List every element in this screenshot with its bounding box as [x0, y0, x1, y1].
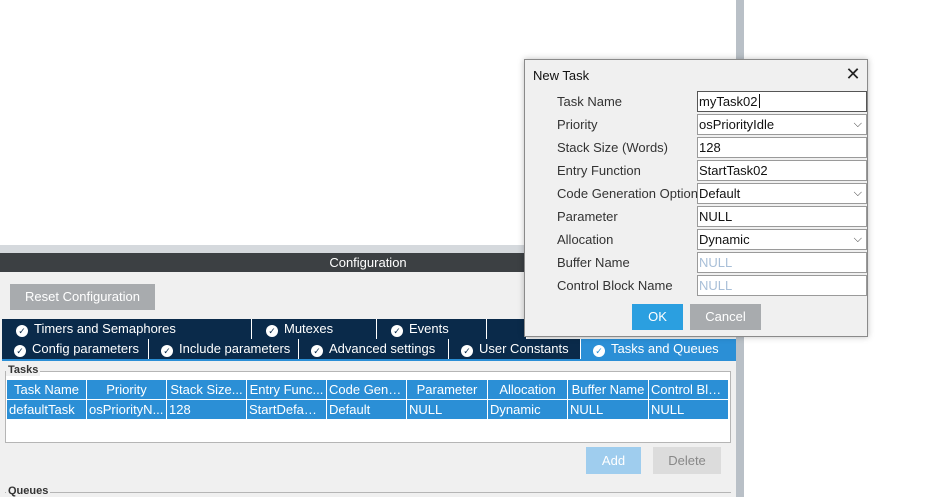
tab-label: Timers and Semaphores [34, 321, 176, 336]
tasks-table: Task Name Priority Stack Size... Entry F… [6, 379, 729, 420]
column-header[interactable]: Control Blo... [648, 379, 729, 400]
tab-label: Tasks and Queues [611, 341, 719, 356]
check-circle-icon: ✓ [16, 325, 28, 337]
tab-user-constants[interactable]: ✓ User Constants [449, 339, 581, 359]
tab-label: Mutexes [284, 321, 334, 336]
task-name-input[interactable]: myTask02 [697, 91, 867, 112]
allocation-select[interactable]: Dynamic ⌵ [697, 229, 867, 250]
priority-select[interactable]: osPriorityIdle ⌵ [697, 114, 867, 135]
entry-function-input[interactable]: StartTask02 [697, 160, 867, 181]
table-cell[interactable]: 128 [166, 399, 247, 420]
new-task-dialog: New Task ✕ Task Name myTask02 Priority o… [524, 59, 868, 337]
table-cell[interactable]: defaultTask [6, 399, 87, 420]
select-value: osPriorityIdle [699, 117, 775, 132]
text-caret [758, 94, 760, 108]
tab-include-parameters[interactable]: ✓ Include parameters [149, 339, 299, 359]
table-cell[interactable]: Default [326, 399, 407, 420]
chevron-down-icon: ⌵ [853, 118, 862, 130]
stack-size-input[interactable]: 128 [697, 137, 867, 158]
task-name-label: Task Name [557, 94, 623, 109]
close-icon[interactable]: ✕ [843, 64, 863, 84]
queues-groupbox [5, 492, 731, 493]
cancel-button[interactable]: Cancel [690, 304, 761, 330]
tab-mutexes[interactable]: ✓ Mutexes [252, 319, 377, 339]
reset-configuration-button[interactable]: Reset Configuration [10, 284, 155, 310]
column-header[interactable]: Task Name [6, 379, 87, 400]
check-circle-icon: ✓ [593, 345, 605, 357]
tab-tasks-and-queues[interactable]: ✓ Tasks and Queues [581, 339, 736, 359]
tab-config-parameters[interactable]: ✓ Config parameters [2, 339, 149, 359]
input-value: myTask02 [699, 94, 758, 109]
chevron-down-icon: ⌵ [853, 187, 862, 199]
dialog-title: New Task [533, 68, 590, 83]
table-cell[interactable]: osPriorityN... [86, 399, 167, 420]
tab-row-2: ✓ Config parameters ✓ Include parameters ✓… [2, 339, 736, 359]
control-block-name-input[interactable]: NULL [697, 275, 867, 296]
queues-legend: Queues [6, 485, 51, 497]
column-header[interactable]: Buffer Name [567, 379, 649, 400]
stack-size-label: Stack Size (Words) [557, 140, 669, 155]
priority-label: Priority [557, 117, 598, 132]
select-value: Dynamic [699, 232, 750, 247]
select-value: Default [699, 186, 741, 201]
column-header[interactable]: Entry Func... [246, 379, 327, 400]
column-header[interactable]: Allocation [487, 379, 568, 400]
table-cell[interactable]: NULL [648, 399, 729, 420]
code-generation-option-label: Code Generation Option [557, 186, 698, 201]
chevron-down-icon: ⌵ [853, 233, 862, 245]
tab-label: Config parameters [32, 341, 139, 356]
buffer-name-input[interactable]: NULL [697, 252, 867, 273]
check-circle-icon: ✓ [266, 325, 278, 337]
add-task-button[interactable]: Add [586, 447, 641, 474]
ok-button[interactable]: OK [632, 304, 683, 330]
buffer-name-label: Buffer Name [557, 255, 630, 270]
delete-task-button[interactable]: Delete [653, 447, 721, 474]
parameter-label: Parameter [557, 209, 618, 224]
tasks-legend: Tasks [6, 364, 41, 376]
table-cell[interactable]: Dynamic [487, 399, 568, 420]
tab-events[interactable]: ✓ Events [377, 319, 487, 339]
tab-label: Include parameters [179, 341, 291, 356]
table-cell[interactable]: NULL [567, 399, 649, 420]
allocation-label: Allocation [557, 232, 614, 247]
control-block-name-label: Control Block Name [557, 278, 673, 293]
tab-hidden-behind-dialog[interactable] [487, 319, 527, 339]
column-header[interactable]: Stack Size... [166, 379, 247, 400]
tab-label: Events [409, 321, 449, 336]
table-row[interactable]: defaultTask osPriorityN... 128 StartDefa… [6, 399, 729, 420]
check-circle-icon: ✓ [391, 325, 403, 337]
table-cell[interactable]: NULL [406, 399, 488, 420]
check-circle-icon: ✓ [14, 345, 26, 357]
tab-label: Advanced settings [329, 341, 436, 356]
check-circle-icon: ✓ [161, 345, 173, 357]
table-cell[interactable]: StartDefaul... [246, 399, 327, 420]
parameter-input[interactable]: NULL [697, 206, 867, 227]
column-header[interactable]: Priority [86, 379, 167, 400]
tab-advanced-settings[interactable]: ✓ Advanced settings [299, 339, 449, 359]
tab-timers-and-semaphores[interactable]: ✓ Timers and Semaphores [2, 319, 252, 339]
check-circle-icon: ✓ [311, 345, 323, 357]
table-header-row: Task Name Priority Stack Size... Entry F… [6, 379, 729, 400]
column-header[interactable]: Code Gene... [326, 379, 407, 400]
tab-label: User Constants [479, 341, 569, 356]
check-circle-icon: ✓ [461, 345, 473, 357]
column-header[interactable]: Parameter [406, 379, 488, 400]
code-generation-option-select[interactable]: Default ⌵ [697, 183, 867, 204]
tab-underline [2, 359, 736, 361]
entry-function-label: Entry Function [557, 163, 641, 178]
